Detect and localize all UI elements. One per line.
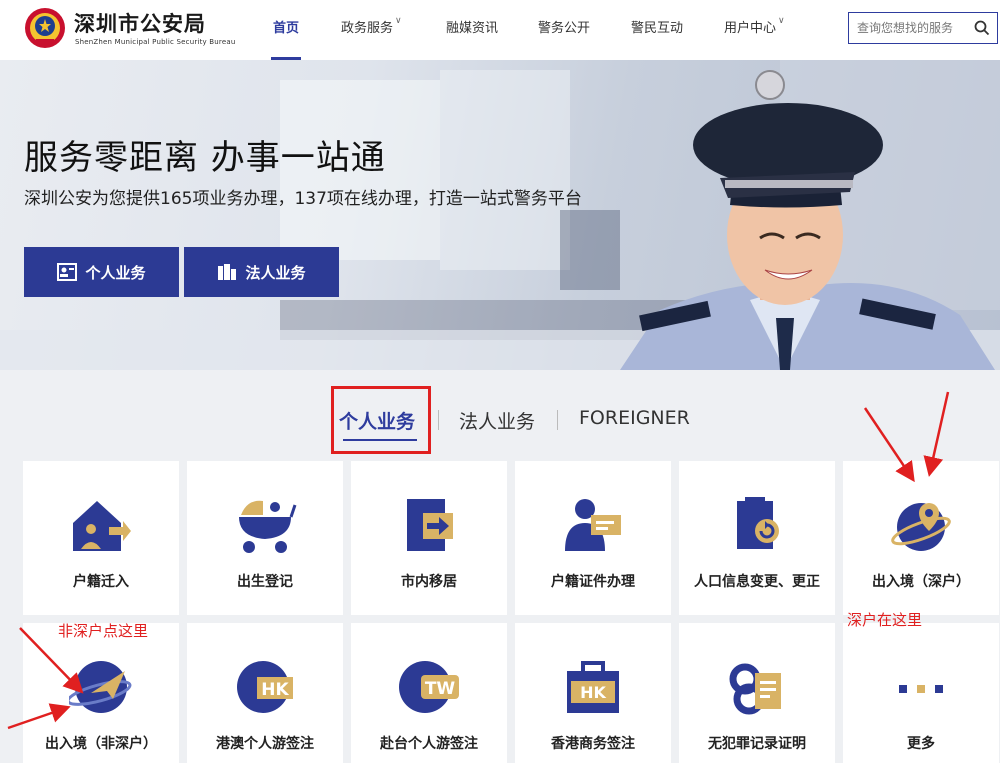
police-officer-photo (620, 70, 995, 370)
tab-divider (438, 410, 439, 430)
site-title[interactable]: 深圳市公安局 (74, 8, 206, 38)
globe-location-icon (891, 503, 951, 551)
service-card-household-document[interactable]: 户籍证件办理 (515, 461, 671, 615)
tab-divider (557, 410, 558, 430)
annotation-highlight-box (331, 386, 431, 454)
tab-foreigner[interactable]: FOREIGNER (579, 407, 690, 429)
svg-text:TW: TW (425, 679, 456, 699)
more-dots-icon (899, 685, 943, 693)
id-card-icon (57, 263, 78, 281)
service-label: 港澳个人游签注 (216, 736, 314, 752)
svg-text:HK: HK (261, 680, 289, 700)
svg-text:HK: HK (580, 683, 606, 702)
person-id-card-icon (565, 499, 621, 551)
nav-government-services[interactable]: 政务服务 ∨ (341, 0, 402, 60)
tw-globe-icon: TW (399, 661, 459, 713)
handcuff-document-icon (729, 663, 781, 715)
annotation-sz-text: 深户在这里 (847, 611, 923, 629)
hero-subtitle: 深圳公安为您提供165项业务办理，137项在线办理，打造一站式警务平台 (24, 189, 582, 209)
service-label: 户籍迁入 (73, 574, 129, 590)
site-subtitle-en: ShenZhen Municipal Public Security Burea… (75, 38, 236, 46)
globe-plane-icon (69, 661, 132, 713)
service-label: 户籍证件办理 (551, 574, 635, 590)
nav-police-affairs[interactable]: 警务公开 (538, 0, 590, 60)
service-label: 人口信息变更、更正 (694, 574, 820, 590)
service-label: 出入境（深户） (872, 574, 970, 590)
building-icon (218, 264, 237, 280)
top-header: 深圳市公安局 ShenZhen Municipal Public Securit… (0, 0, 1000, 60)
door-arrow-icon (407, 499, 453, 551)
service-card-exit-entry-sz-resident[interactable]: 出入境（深户） (843, 461, 999, 615)
search-icon[interactable] (973, 19, 991, 37)
legal-entity-button[interactable]: 法人业务 (184, 247, 339, 297)
service-card-no-criminal-record[interactable]: 无犯罪记录证明 (679, 623, 835, 763)
annotation-non-sz-text: 非深户点这里 (58, 622, 149, 640)
service-card-household-move-in[interactable]: 户籍迁入 (23, 461, 179, 615)
hero-title: 服务零距离 办事一站通 (24, 138, 386, 178)
nav-home[interactable]: 首页 (270, 0, 302, 60)
document-refresh-icon (737, 497, 779, 549)
service-label: 赴台个人游签注 (380, 736, 478, 752)
nav-media-news[interactable]: 融媒资讯 (446, 0, 498, 60)
service-card-hk-macau-visa[interactable]: HK 港澳个人游签注 (187, 623, 343, 763)
service-label: 出生登记 (237, 574, 293, 590)
chevron-down-icon: ∨ (395, 16, 402, 26)
chevron-down-icon: ∨ (778, 16, 785, 26)
service-card-birth-registration[interactable]: 出生登记 (187, 461, 343, 615)
service-card-more[interactable]: 更多 (843, 623, 999, 763)
service-card-exit-entry-non-sz-resident[interactable]: 出入境（非深户） (23, 623, 179, 763)
service-label: 市内移居 (401, 574, 457, 590)
house-arrow-icon (73, 501, 131, 551)
search-input[interactable] (857, 19, 969, 37)
personal-business-button[interactable]: 个人业务 (24, 247, 179, 297)
tab-legal-entity[interactable]: 法人业务 (459, 407, 535, 434)
search-box (848, 12, 998, 44)
service-label: 出入境（非深户） (45, 736, 157, 752)
hk-globe-icon: HK (237, 661, 293, 713)
hero-banner: 服务零距离 办事一站通 深圳公安为您提供165项业务办理，137项在线办理，打造… (0, 60, 1000, 370)
police-emblem-logo[interactable] (24, 7, 66, 49)
service-card-hk-business-visa[interactable]: HK 香港商务签注 (515, 623, 671, 763)
baby-stroller-icon (239, 500, 297, 553)
nav-user-center[interactable]: 用户中心 ∨ (724, 0, 785, 60)
service-label: 香港商务签注 (551, 736, 635, 752)
service-card-taiwan-visa[interactable]: TW 赴台个人游签注 (351, 623, 507, 763)
service-card-population-info-change[interactable]: 人口信息变更、更正 (679, 461, 835, 615)
nav-police-interaction[interactable]: 警民互动 (631, 0, 683, 60)
service-label: 无犯罪记录证明 (708, 736, 806, 752)
service-card-intra-city-relocation[interactable]: 市内移居 (351, 461, 507, 615)
hk-briefcase-icon: HK (567, 661, 619, 713)
business-tabs: 个人业务 法人业务 FOREIGNER (0, 395, 1000, 445)
service-label: 更多 (907, 736, 935, 752)
